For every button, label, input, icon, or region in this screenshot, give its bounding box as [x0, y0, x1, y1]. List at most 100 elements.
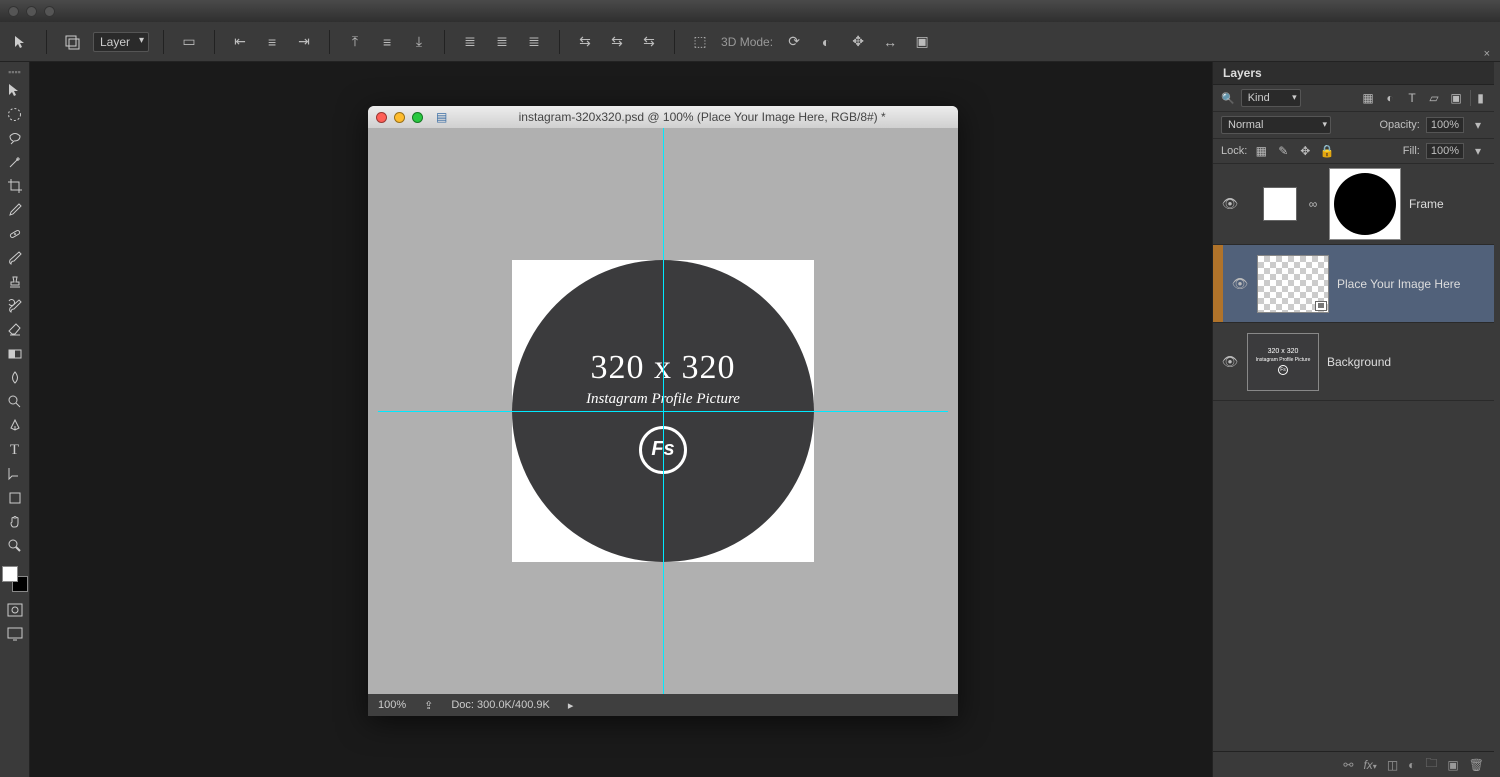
3d-scale-icon[interactable]: ▣ — [911, 31, 933, 53]
pen-tool[interactable] — [1, 414, 29, 438]
layers-tab[interactable]: Layers — [1213, 62, 1494, 85]
layer-row-place-image[interactable]: 👁 Place Your Image Here — [1213, 245, 1494, 323]
eraser-tool[interactable] — [1, 318, 29, 342]
layer-row-background[interactable]: 👁 320 x 320 Instagram Profile Picture Fs… — [1213, 323, 1494, 401]
align-bottom-icon[interactable]: ⤓ — [408, 31, 430, 53]
distribute-left-icon[interactable]: ⇆ — [574, 31, 596, 53]
lock-image-icon[interactable]: ✎ — [1275, 143, 1291, 159]
layer-mask-thumbnail[interactable] — [1329, 168, 1401, 240]
wand-tool[interactable] — [1, 150, 29, 174]
hand-tool[interactable] — [1, 510, 29, 534]
group-icon[interactable]: 🗀 — [1425, 754, 1437, 775]
filter-adjust-icon[interactable]: ◐ — [1382, 90, 1398, 106]
fill-value[interactable]: 100% — [1426, 143, 1464, 159]
move-tool-indicator-icon[interactable] — [10, 31, 32, 53]
window-minimize-icon[interactable] — [26, 6, 37, 17]
lock-all-icon[interactable]: 🔒 — [1319, 143, 1335, 159]
doc-info-arrow-icon[interactable]: ▸ — [568, 699, 574, 712]
lasso-tool[interactable] — [1, 126, 29, 150]
3d-roll-icon[interactable]: ◐ — [815, 31, 837, 53]
align-vcenter-icon[interactable]: ≡ — [376, 31, 398, 53]
distribute-bottom-icon[interactable]: ≣ — [523, 31, 545, 53]
blur-tool[interactable] — [1, 366, 29, 390]
3d-icon[interactable]: ⬚ — [689, 31, 711, 53]
filter-smart-icon[interactable]: ▣ — [1448, 90, 1464, 106]
fx-icon[interactable]: fx▾ — [1363, 758, 1376, 772]
transform-controls-icon[interactable]: ▭ — [178, 31, 200, 53]
layer-name[interactable]: Place Your Image Here — [1337, 277, 1460, 291]
layer-thumbnail[interactable]: 320 x 320 Instagram Profile Picture Fs — [1247, 333, 1319, 391]
distribute-vcenter-icon[interactable]: ≣ — [491, 31, 513, 53]
filter-pixel-icon[interactable]: ▦ — [1360, 90, 1376, 106]
visibility-toggle-icon[interactable]: 👁 — [1221, 354, 1239, 370]
dodge-tool[interactable] — [1, 390, 29, 414]
auto-select-dropdown[interactable]: Layer — [93, 32, 149, 52]
layer-thumbnail[interactable] — [1257, 255, 1329, 313]
layer-name[interactable]: Frame — [1409, 197, 1444, 211]
brush-tool[interactable] — [1, 246, 29, 270]
fill-dropdown-icon[interactable]: ▾ — [1470, 143, 1486, 159]
move-tool[interactable] — [1, 78, 29, 102]
quickmask-tool[interactable] — [1, 598, 29, 622]
3d-slide-icon[interactable]: ↔ — [879, 31, 901, 53]
filter-type-icon[interactable]: T — [1404, 90, 1420, 106]
align-left-icon[interactable]: ⇤ — [229, 31, 251, 53]
layer-thumbnail[interactable] — [1263, 187, 1297, 221]
align-right-icon[interactable]: ⇥ — [293, 31, 315, 53]
foreground-color-swatch[interactable] — [2, 566, 18, 582]
new-layer-icon[interactable]: ▣ — [1447, 758, 1458, 772]
zoom-level[interactable]: 100% — [378, 699, 406, 711]
distribute-hcenter-icon[interactable]: ⇆ — [606, 31, 628, 53]
auto-select-icon[interactable] — [61, 31, 83, 53]
window-close-icon[interactable] — [8, 6, 19, 17]
zoom-tool[interactable] — [1, 534, 29, 558]
filter-shape-icon[interactable]: ▱ — [1426, 90, 1442, 106]
3d-pan-icon[interactable]: ✥ — [847, 31, 869, 53]
link-layers-icon[interactable]: ⚯ — [1343, 758, 1353, 772]
shape-tool[interactable] — [1, 486, 29, 510]
heal-tool[interactable] — [1, 222, 29, 246]
lock-pos-icon[interactable]: ✥ — [1297, 143, 1313, 159]
share-icon[interactable]: ⇪ — [424, 699, 433, 712]
crop-tool[interactable] — [1, 174, 29, 198]
layer-name[interactable]: Background — [1327, 355, 1391, 369]
distribute-top-icon[interactable]: ≣ — [459, 31, 481, 53]
align-top-icon[interactable]: ⤒ — [344, 31, 366, 53]
panel-close-icon[interactable]: × — [1484, 48, 1490, 60]
distribute-right-icon[interactable]: ⇆ — [638, 31, 660, 53]
path-tool[interactable] — [1, 462, 29, 486]
guide-horizontal[interactable] — [378, 411, 948, 412]
doc-minimize-icon[interactable] — [394, 112, 405, 123]
trash-icon[interactable]: 🗑 — [1469, 758, 1484, 772]
blend-mode-dropdown[interactable]: Normal — [1221, 116, 1331, 134]
type-tool[interactable]: T — [1, 438, 29, 462]
3d-rotate-icon[interactable]: ⟳ — [783, 31, 805, 53]
filter-kind-dropdown[interactable]: Kind — [1241, 89, 1301, 107]
link-icon[interactable]: ∞ — [1305, 196, 1321, 212]
eyedropper-tool[interactable] — [1, 198, 29, 222]
visibility-toggle-icon[interactable]: 👁 — [1221, 196, 1239, 212]
opacity-dropdown-icon[interactable]: ▾ — [1470, 117, 1486, 133]
document-titlebar[interactable]: ▤ instagram-320x320.psd @ 100% (Place Yo… — [368, 106, 958, 128]
layer-row-frame[interactable]: 👁 ∞ Frame — [1213, 164, 1494, 245]
stamp-tool[interactable] — [1, 270, 29, 294]
window-zoom-icon[interactable] — [44, 6, 55, 17]
doc-info[interactable]: Doc: 300.0K/400.9K — [451, 699, 549, 711]
history-brush-tool[interactable] — [1, 294, 29, 318]
filter-toggle-icon[interactable]: ▮ — [1470, 90, 1486, 106]
gradient-tool[interactable] — [1, 342, 29, 366]
adjustment-icon[interactable]: ◐ — [1408, 758, 1415, 772]
visibility-toggle-icon[interactable]: 👁 — [1231, 276, 1249, 292]
opacity-value[interactable]: 100% — [1426, 117, 1464, 133]
screenmode-tool[interactable] — [1, 622, 29, 646]
marquee-tool[interactable] — [1, 102, 29, 126]
color-swatches[interactable] — [2, 566, 28, 592]
mask-icon[interactable]: ◫ — [1387, 758, 1398, 772]
separator — [214, 30, 215, 54]
document-window[interactable]: ▤ instagram-320x320.psd @ 100% (Place Yo… — [368, 106, 958, 716]
grab-handle-icon[interactable]: ▪▪▪▪ — [1, 66, 29, 78]
lock-trans-icon[interactable]: ▦ — [1253, 143, 1269, 159]
doc-zoom-icon[interactable] — [412, 112, 423, 123]
align-hcenter-icon[interactable]: ≡ — [261, 31, 283, 53]
doc-close-icon[interactable] — [376, 112, 387, 123]
